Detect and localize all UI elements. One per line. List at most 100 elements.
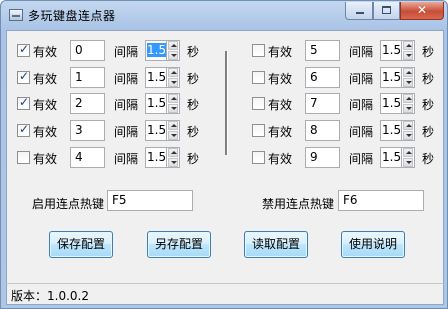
enable-checkbox[interactable]: [17, 69, 30, 84]
interval-input[interactable]: 1.5: [145, 40, 167, 61]
spin-down-icon[interactable]: [168, 131, 178, 140]
interval-input[interactable]: 1.5: [145, 120, 167, 141]
key-row: 有效 7 间隔 1.5 秒: [250, 93, 440, 115]
key-input[interactable]: 6: [305, 67, 340, 88]
seconds-label: 秒: [422, 45, 435, 59]
interval-spinner[interactable]: [401, 40, 415, 61]
enable-label: 有效: [268, 98, 293, 112]
interval-input[interactable]: 1.5: [145, 147, 167, 168]
enable-label: 有效: [33, 45, 58, 59]
key-input[interactable]: 9: [305, 147, 340, 168]
spin-up-icon[interactable]: [168, 41, 178, 50]
spin-up-icon[interactable]: [168, 148, 178, 157]
enable-label: 有效: [33, 72, 58, 86]
interval-spinner[interactable]: [166, 40, 180, 61]
enable-checkbox[interactable]: [252, 151, 265, 164]
spin-up-icon[interactable]: [403, 94, 413, 103]
spin-up-icon[interactable]: [403, 121, 413, 130]
interval-spinner[interactable]: [401, 120, 415, 141]
enable-checkbox[interactable]: [17, 122, 30, 137]
title-bar[interactable]: 多玩键盘连点器 ✕: [1, 1, 447, 29]
close-button[interactable]: ✕: [400, 2, 444, 20]
interval-value: 1.5: [147, 43, 167, 57]
disable-hotkey-input[interactable]: F6: [338, 190, 424, 211]
enable-label: 有效: [268, 125, 293, 139]
interval-spinner[interactable]: [401, 147, 415, 168]
interval-label: 间隔: [349, 152, 374, 166]
spin-down-icon[interactable]: [403, 78, 413, 87]
interval-spinner[interactable]: [166, 93, 180, 114]
interval-input[interactable]: 1.5: [380, 147, 402, 168]
spin-down-icon[interactable]: [168, 158, 178, 167]
spin-down-icon[interactable]: [403, 51, 413, 60]
enable-checkbox[interactable]: [17, 151, 30, 164]
interval-value: 1.5: [382, 96, 402, 110]
interval-spinner[interactable]: [401, 67, 415, 88]
seconds-label: 秒: [187, 72, 200, 86]
minimize-button[interactable]: [345, 2, 373, 20]
enable-hotkey-input[interactable]: F5: [107, 190, 193, 211]
interval-spinner[interactable]: [166, 67, 180, 88]
spin-down-icon[interactable]: [403, 158, 413, 167]
enable-label: 有效: [33, 125, 58, 139]
enable-checkbox[interactable]: [252, 44, 265, 57]
interval-input[interactable]: 1.5: [380, 67, 402, 88]
interval-spinner[interactable]: [166, 147, 180, 168]
spin-up-icon[interactable]: [168, 94, 178, 103]
enable-checkbox[interactable]: [252, 71, 265, 84]
spin-up-icon[interactable]: [168, 68, 178, 77]
interval-input[interactable]: 1.5: [380, 93, 402, 114]
key-input[interactable]: 8: [305, 120, 340, 141]
spin-up-icon[interactable]: [168, 121, 178, 130]
save-config-button[interactable]: 保存配置: [49, 231, 113, 258]
seconds-label: 秒: [422, 72, 435, 86]
key-input[interactable]: 3: [70, 120, 105, 141]
spin-down-icon[interactable]: [403, 104, 413, 113]
spin-down-icon[interactable]: [168, 51, 178, 60]
help-button[interactable]: 使用说明: [341, 231, 405, 258]
spin-down-icon[interactable]: [168, 78, 178, 87]
interval-input[interactable]: 1.5: [145, 93, 167, 114]
key-row: 有效 1 间隔 1.5 秒: [15, 67, 205, 89]
seconds-label: 秒: [187, 98, 200, 112]
key-input[interactable]: 0: [70, 40, 105, 61]
spin-up-icon[interactable]: [403, 148, 413, 157]
maximize-button[interactable]: [373, 2, 400, 20]
enable-checkbox[interactable]: [17, 42, 30, 57]
seconds-label: 秒: [187, 152, 200, 166]
save-as-config-button[interactable]: 另存配置: [147, 231, 211, 258]
load-config-button[interactable]: 读取配置: [244, 231, 308, 258]
interval-input[interactable]: 1.5: [145, 67, 167, 88]
interval-value: 1.5: [382, 43, 402, 57]
interval-input[interactable]: 1.5: [380, 120, 402, 141]
spin-down-icon[interactable]: [403, 131, 413, 140]
app-icon: [9, 9, 23, 21]
enable-checkbox[interactable]: [17, 95, 30, 110]
key-input[interactable]: 7: [305, 93, 340, 114]
enable-checkbox[interactable]: [252, 124, 265, 137]
interval-spinner[interactable]: [166, 120, 180, 141]
interval-label: 间隔: [114, 152, 139, 166]
main-panel: 有效0间隔1.5秒有效1间隔1.5秒有效2间隔1.5秒有效3间隔1.5秒有效4间…: [6, 30, 444, 284]
key-row: 有效 2 间隔 1.5 秒: [15, 93, 205, 115]
enable-checkbox[interactable]: [252, 97, 265, 110]
interval-label: 间隔: [349, 98, 374, 112]
key-row: 有效 9 间隔 1.5 秒: [250, 147, 440, 169]
key-input[interactable]: 1: [70, 67, 105, 88]
key-row: 有效 3 间隔 1.5 秒: [15, 120, 205, 142]
disable-hotkey-label: 禁用连点热键: [262, 197, 335, 211]
interval-spinner[interactable]: [401, 93, 415, 114]
key-input[interactable]: 5: [305, 40, 340, 61]
spin-up-icon[interactable]: [403, 41, 413, 50]
key-input[interactable]: 4: [70, 147, 105, 168]
interval-label: 间隔: [114, 72, 139, 86]
interval-value: 1.5: [147, 123, 167, 137]
maximize-icon: [382, 6, 391, 14]
enable-label: 有效: [33, 98, 58, 112]
key-row: 有效 0 间隔 1.5 秒: [15, 40, 205, 62]
enable-label: 有效: [33, 152, 58, 166]
spin-up-icon[interactable]: [403, 68, 413, 77]
spin-down-icon[interactable]: [168, 104, 178, 113]
interval-input[interactable]: 1.5: [380, 40, 402, 61]
key-input[interactable]: 2: [70, 93, 105, 114]
